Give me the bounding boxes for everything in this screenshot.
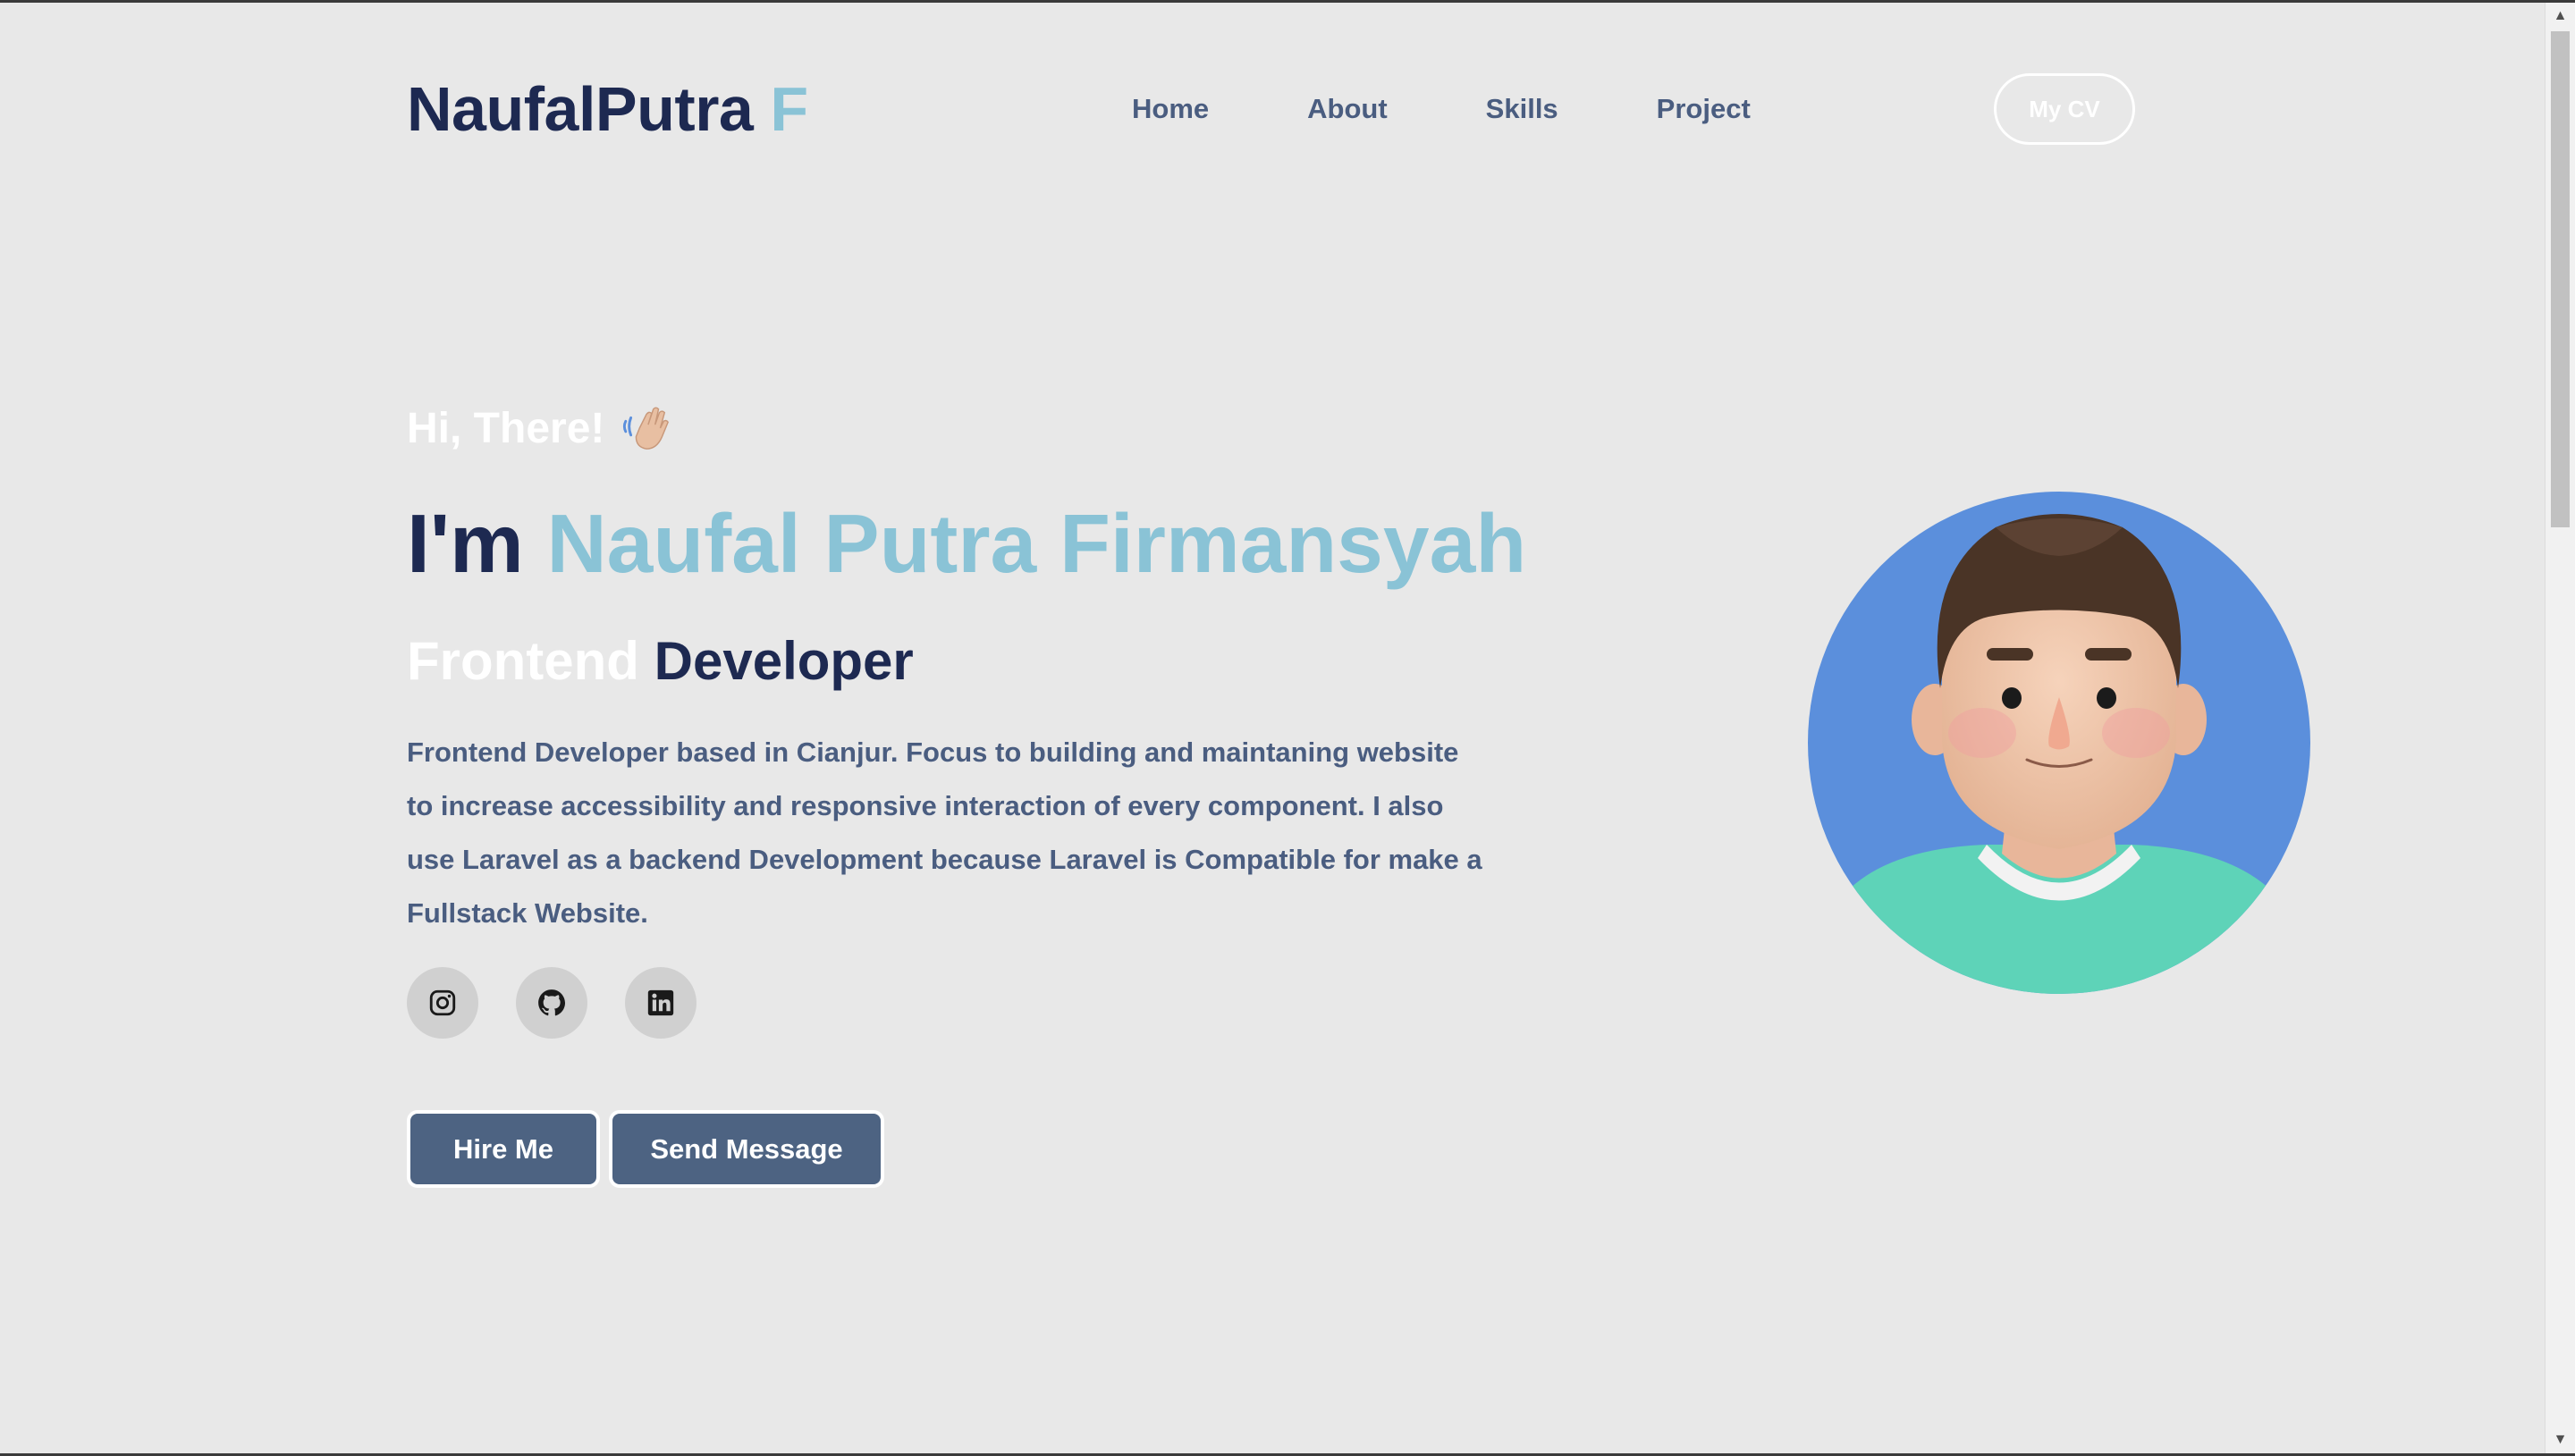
instagram-link[interactable] [407, 967, 478, 1039]
send-message-button[interactable]: Send Message [609, 1110, 884, 1188]
nav-link-home[interactable]: Home [1132, 93, 1209, 125]
hero-actions: Hire Me Send Message [407, 1110, 884, 1188]
hero-name: Naufal Putra Firmansyah [546, 497, 1527, 590]
hire-me-button[interactable]: Hire Me [407, 1110, 600, 1188]
logo-main: NaufalPutra [407, 74, 754, 144]
hero-role: Frontend Developer [407, 630, 914, 692]
linkedin-icon [647, 989, 674, 1016]
headline-prefix: I'm [407, 497, 524, 590]
hero-description: Frontend Developer based in Cianjur. Foc… [407, 736, 1482, 929]
window-top-border [0, 0, 2575, 3]
greeting: Hi, There! [407, 402, 672, 454]
nav-link-skills[interactable]: Skills [1486, 93, 1558, 125]
vertical-scrollbar[interactable]: ▲ ▼ [2545, 3, 2575, 1453]
linkedin-link[interactable] [625, 967, 697, 1039]
scroll-down-icon[interactable]: ▼ [2545, 1427, 2575, 1453]
nav-link-project[interactable]: Project [1657, 93, 1751, 125]
greeting-text: Hi, There! [407, 404, 605, 452]
role-part2: Developer [654, 631, 914, 691]
role-part1: Frontend [407, 631, 639, 691]
avatar [1808, 492, 2310, 994]
instagram-icon [429, 989, 456, 1016]
waving-hand-icon [623, 407, 670, 450]
site-logo[interactable]: NaufalPutra F [407, 73, 808, 145]
github-link[interactable] [516, 967, 587, 1039]
nav-link-about[interactable]: About [1307, 93, 1388, 125]
hero-headline: I'm Naufal Putra Firmansyah [407, 496, 1526, 592]
social-links [407, 967, 697, 1039]
logo-accent: F [770, 74, 808, 144]
main-nav: Home About Skills Project [1132, 93, 1751, 125]
scroll-thumb[interactable] [2551, 31, 2570, 527]
github-icon [538, 989, 566, 1016]
my-cv-button[interactable]: My CV [1994, 73, 2135, 145]
scroll-up-icon[interactable]: ▲ [2545, 3, 2575, 29]
